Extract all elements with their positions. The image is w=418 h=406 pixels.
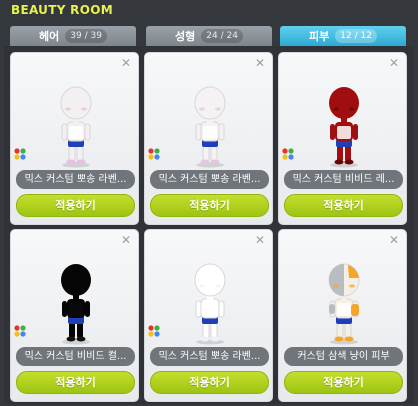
tab-count: 39 / 39 xyxy=(65,29,107,43)
tab-count: 12 / 12 xyxy=(335,29,377,43)
skin-card[interactable]: ✕ 믹스 커스텀 비비드 레... 적용하기 xyxy=(278,52,407,225)
skin-card[interactable]: ✕ 믹스 커스텀 뽀송 라벤... 적용하기 xyxy=(144,52,273,225)
skin-card[interactable]: ✕ 믹스 커스텀 뽀송 라벤... 적용하기 xyxy=(144,229,273,402)
close-icon[interactable]: ✕ xyxy=(254,57,266,69)
apply-button[interactable]: 적용하기 xyxy=(284,371,403,394)
mix-color-icon xyxy=(148,325,160,337)
avatar-preview xyxy=(61,264,91,345)
apply-button[interactable]: 적용하기 xyxy=(284,194,403,217)
skin-name: 커스텀 삼색 냥이 피부 xyxy=(284,347,403,366)
apply-button[interactable]: 적용하기 xyxy=(16,371,135,394)
avatar-preview xyxy=(194,263,226,345)
tab-face[interactable]: 성형 24 / 24 xyxy=(146,26,272,46)
avatar-preview xyxy=(328,263,360,345)
tab-label: 헤어 xyxy=(39,30,60,43)
apply-button[interactable]: 적용하기 xyxy=(16,194,135,217)
skin-name: 믹스 커스텀 뽀송 라벤... xyxy=(150,347,269,366)
tab-skin[interactable]: 피부 12 / 12 xyxy=(280,26,406,46)
skin-card[interactable]: ✕ 믹스 커스텀 뽀송 라벤... 적용하기 xyxy=(10,52,139,225)
avatar-preview xyxy=(60,86,92,168)
mix-color-icon xyxy=(148,148,160,160)
skin-name: 믹스 커스텀 뽀송 라벤... xyxy=(150,170,269,189)
close-icon[interactable]: ✕ xyxy=(120,57,132,69)
skin-name: 믹스 커스텀 뽀송 라벤... xyxy=(16,170,135,189)
close-icon[interactable]: ✕ xyxy=(388,234,400,246)
category-tabs: 헤어 39 / 39 성형 24 / 24 피부 12 / 12 xyxy=(10,26,408,46)
tab-label: 피부 xyxy=(309,30,330,43)
avatar-preview xyxy=(329,87,359,168)
skin-card[interactable]: ✕ 커스텀 삼색 냥이 피부 적용하기 xyxy=(278,229,407,402)
beauty-room-window: BEAUTY ROOM 헤어 39 / 39 성형 24 / 24 피부 12 … xyxy=(0,0,418,406)
skin-card[interactable]: ✕ 믹스 커스텀 비비드 컬... 적용하기 xyxy=(10,229,139,402)
mix-color-icon xyxy=(282,148,294,160)
mix-color-icon xyxy=(14,148,26,160)
avatar-preview xyxy=(194,86,226,168)
skin-name: 믹스 커스텀 비비드 레... xyxy=(284,170,403,189)
tab-hair[interactable]: 헤어 39 / 39 xyxy=(10,26,136,46)
tab-label: 성형 xyxy=(175,30,196,43)
skin-name: 믹스 커스텀 비비드 컬... xyxy=(16,347,135,366)
apply-button[interactable]: 적용하기 xyxy=(150,371,269,394)
mix-color-icon xyxy=(14,325,26,337)
apply-button[interactable]: 적용하기 xyxy=(150,194,269,217)
close-icon[interactable]: ✕ xyxy=(388,57,400,69)
close-icon[interactable]: ✕ xyxy=(254,234,266,246)
tab-count: 24 / 24 xyxy=(201,29,243,43)
close-icon[interactable]: ✕ xyxy=(120,234,132,246)
window-title: BEAUTY ROOM xyxy=(11,3,113,17)
